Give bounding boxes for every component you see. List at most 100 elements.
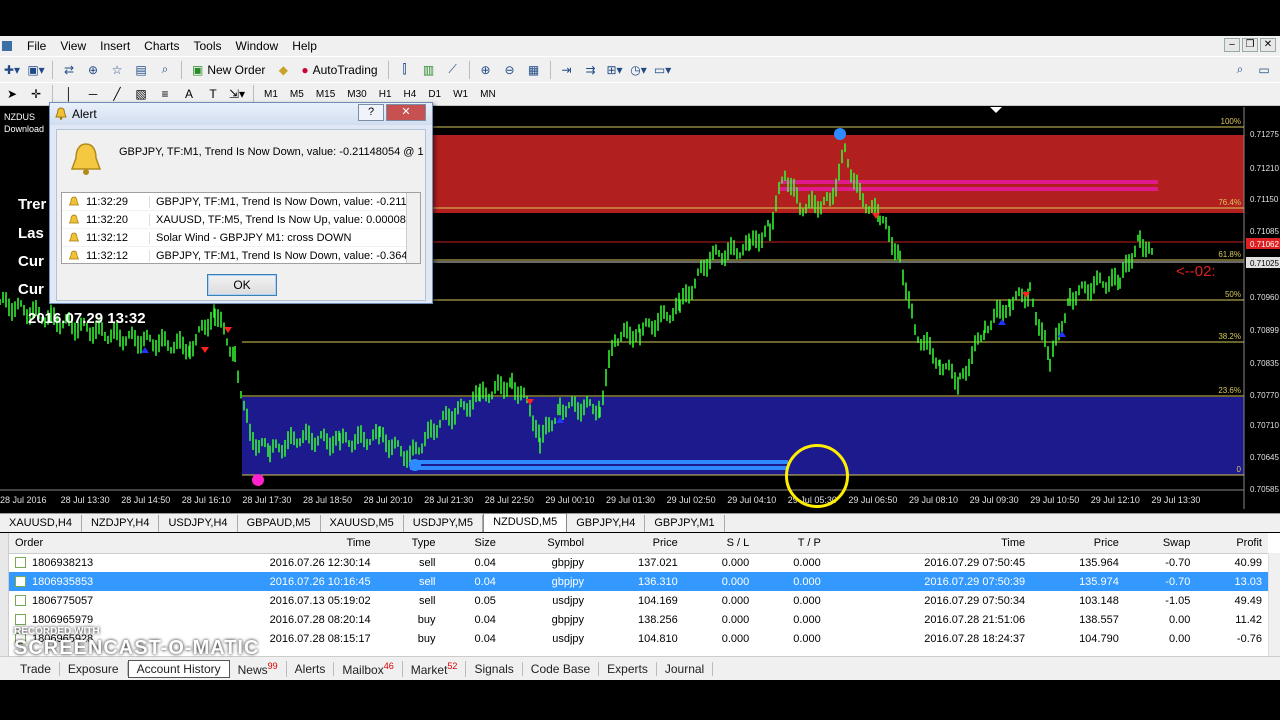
strategy-tester-icon[interactable]: ⌕ — [155, 60, 175, 80]
chart-tab[interactable]: GBPJPY,H4 — [567, 515, 646, 532]
menu-window[interactable]: Window — [229, 39, 286, 53]
close-icon[interactable]: ✕ — [386, 104, 426, 121]
table-row[interactable]: 1806775057 2016.07.13 05:19:02 sell 0.05 usd… — [9, 591, 1268, 610]
profiles-icon[interactable]: ▣▾ — [26, 60, 46, 80]
chart-tab[interactable]: NZDJPY,H4 — [82, 515, 160, 532]
terminal-tab[interactable]: Exposure — [60, 661, 128, 676]
timeframe-h4[interactable]: H4 — [398, 89, 423, 100]
timeframe-m1[interactable]: M1 — [258, 89, 284, 100]
chart-tab-active[interactable]: NZDUSD,M5 — [483, 513, 568, 532]
chart-tab[interactable]: XAUUSD,H4 — [0, 515, 82, 532]
chart-tab[interactable]: GBPAUD,M5 — [238, 515, 321, 532]
terminal-tab[interactable]: Alerts — [287, 661, 335, 676]
col-sl[interactable]: S / L — [683, 533, 756, 554]
navigator-icon[interactable]: ☆ — [107, 60, 127, 80]
horizontal-line-icon[interactable]: ─ — [83, 84, 103, 104]
terminal-tab[interactable]: News99 — [230, 660, 287, 677]
col-tp[interactable]: T / P — [755, 533, 827, 554]
templates-icon[interactable]: ▭▾ — [653, 60, 673, 80]
indicators-icon[interactable]: ⊞▾ — [605, 60, 625, 80]
trendline-icon[interactable]: ╱ — [107, 84, 127, 104]
terminal-tab[interactable]: Account History — [127, 659, 230, 678]
menu-tools[interactable]: Tools — [187, 39, 229, 53]
menu-insert[interactable]: Insert — [93, 39, 137, 53]
fibonacci-icon[interactable]: ≡ — [155, 84, 175, 104]
minimize-icon[interactable]: – — [1224, 38, 1240, 52]
terminal-tab[interactable]: Mailbox46 — [334, 660, 403, 677]
col-swap[interactable]: Swap — [1124, 533, 1197, 554]
col-size[interactable]: Size — [441, 533, 502, 554]
bar-chart-icon[interactable]: ⫿ — [395, 60, 415, 80]
arrows-icon[interactable]: ⇲▾ — [227, 84, 247, 104]
chart-shift-icon[interactable]: ⇥ — [557, 60, 577, 80]
chat-icon[interactable]: ▭ — [1254, 60, 1274, 80]
crosshair-icon[interactable]: ✛ — [26, 84, 46, 104]
col-profit[interactable]: Profit — [1196, 533, 1268, 554]
timeframe-m30[interactable]: M30 — [341, 89, 372, 100]
candlestick-icon[interactable]: ▥ — [419, 60, 439, 80]
restore-icon[interactable]: ❐ — [1242, 38, 1258, 52]
close-icon[interactable]: ✕ — [1260, 38, 1276, 52]
chart-tab[interactable]: USDJPY,H4 — [159, 515, 238, 532]
menu-charts[interactable]: Charts — [137, 39, 186, 53]
col-close-price[interactable]: Price — [1031, 533, 1125, 554]
zoom-out-icon[interactable]: ⊖ — [500, 60, 520, 80]
timeframe-h1[interactable]: H1 — [373, 89, 398, 100]
terminal-tab[interactable]: Code Base — [523, 661, 600, 676]
alert-row[interactable]: 11:32:29 GBPJPY, TF:M1, Trend Is Now Dow… — [62, 193, 420, 211]
ok-button[interactable]: OK — [207, 274, 277, 296]
col-open-time[interactable]: Time — [172, 533, 377, 554]
timeframe-d1[interactable]: D1 — [422, 89, 447, 100]
menu-help[interactable]: Help — [285, 39, 324, 53]
line-chart-icon[interactable]: ⟋ — [443, 60, 463, 80]
market-watch-icon[interactable]: ⇄ — [59, 60, 79, 80]
col-open-price[interactable]: Price — [590, 533, 684, 554]
zoom-in-icon[interactable]: ⊕ — [476, 60, 496, 80]
table-row[interactable]: 1806935853 2016.07.26 10:16:45 sell 0.04 gbp… — [9, 572, 1268, 591]
autotrading-label: AutoTrading — [312, 62, 378, 77]
vertical-line-icon[interactable]: │ — [59, 84, 79, 104]
timeframe-m15[interactable]: M15 — [310, 89, 341, 100]
search-icon[interactable]: ⌕ — [1230, 60, 1250, 80]
timeframe-m5[interactable]: M5 — [284, 89, 310, 100]
col-symbol[interactable]: Symbol — [501, 533, 591, 554]
text-icon[interactable]: A — [179, 84, 199, 104]
menu-file[interactable]: File — [20, 39, 53, 53]
periods-icon[interactable]: ◷▾ — [629, 60, 649, 80]
chart-tab[interactable]: USDJPY,M5 — [404, 515, 484, 532]
table-row[interactable]: 1806938213 2016.07.26 12:30:14 sell 0.04 gbp… — [9, 553, 1268, 572]
label-icon[interactable]: T — [203, 84, 223, 104]
alert-list-scrollbar[interactable] — [406, 193, 420, 263]
col-close-time[interactable]: Time — [826, 533, 1032, 554]
autotrading-button[interactable]: ● AutoTrading — [297, 60, 381, 80]
metaeditor-icon[interactable]: ◆ — [273, 60, 293, 80]
terminal-tab[interactable]: Market52 — [403, 660, 467, 677]
terminal-icon[interactable]: ▤ — [131, 60, 151, 80]
timeframe-mn[interactable]: MN — [474, 89, 502, 100]
new-order-button[interactable]: ▣ New Order — [188, 60, 269, 80]
data-window-icon[interactable]: ⊕ — [83, 60, 103, 80]
channel-icon[interactable]: ▧ — [131, 84, 151, 104]
chart-tab[interactable]: GBPJPY,M1 — [645, 515, 725, 532]
new-chart-icon[interactable]: ✚▾ — [2, 60, 22, 80]
terminal-tab[interactable]: Journal — [657, 661, 714, 676]
col-order[interactable]: Order — [9, 533, 173, 554]
table-row[interactable]: 1806965979 2016.07.28 08:20:14 buy 0.04 gbpj… — [9, 610, 1268, 629]
alert-history-list[interactable]: 11:32:29 GBPJPY, TF:M1, Trend Is Now Dow… — [61, 192, 421, 264]
terminal-tab[interactable]: Trade — [12, 661, 60, 676]
table-row[interactable]: 1806965928 2016.07.28 08:15:17 buy 0.04 usdj… — [9, 629, 1268, 648]
alert-body: GBPJPY, TF:M1, Trend Is Now Down, value:… — [56, 129, 426, 301]
autoscroll-icon[interactable]: ⇉ — [581, 60, 601, 80]
col-type[interactable]: Type — [376, 533, 442, 554]
tile-windows-icon[interactable]: ▦ — [524, 60, 544, 80]
alert-row[interactable]: 11:32:20 XAUUSD, TF:M5, Trend Is Now Up,… — [62, 211, 420, 229]
alert-row[interactable]: 11:32:12 Solar Wind - GBPJPY M1: cross D… — [62, 229, 420, 247]
timeframe-w1[interactable]: W1 — [447, 89, 474, 100]
cursor-icon[interactable]: ➤ — [2, 84, 22, 104]
alert-row[interactable]: 11:32:12 GBPJPY, TF:M1, Trend Is Now Dow… — [62, 247, 420, 263]
chart-tab[interactable]: XAUUSD,M5 — [321, 515, 404, 532]
terminal-tab[interactable]: Signals — [466, 661, 523, 676]
menu-view[interactable]: View — [53, 39, 93, 53]
help-icon[interactable]: ? — [358, 104, 384, 121]
terminal-tab[interactable]: Experts — [599, 661, 657, 676]
